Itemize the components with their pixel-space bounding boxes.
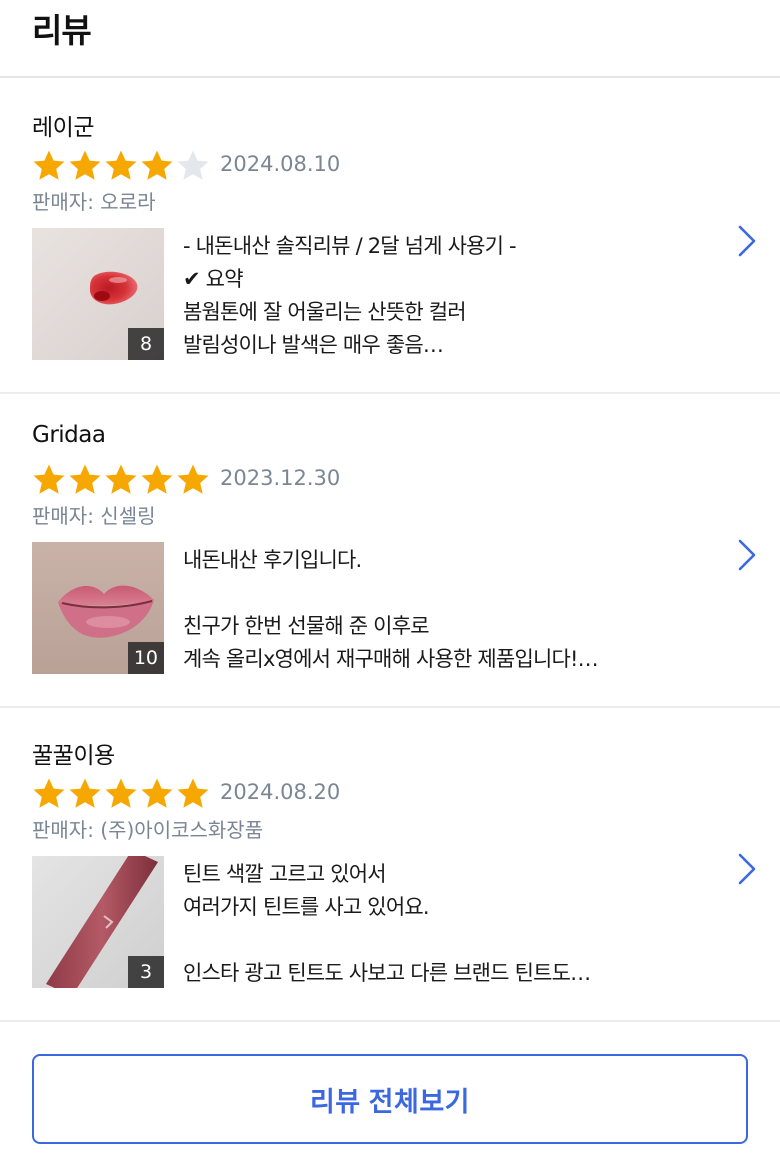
star-filled-icon bbox=[105, 150, 137, 180]
star-filled-icon bbox=[105, 778, 137, 808]
seller-label: 판매자: (주)아이코스화장품 bbox=[32, 818, 264, 842]
star-filled-icon bbox=[141, 778, 173, 808]
review-photo[interactable]: 8 bbox=[32, 228, 164, 360]
star-filled-icon bbox=[69, 778, 101, 808]
photo-count-badge: 8 bbox=[128, 328, 164, 360]
review-card[interactable]: Gridaa 2023.12.30 판매자: 신셀링 10 내돈내산 후기입니다… bbox=[0, 394, 780, 708]
review-card[interactable]: 레이군 2024.08.10 판매자: 오로라 8 - 내돈내산 솔직리뷰 / … bbox=[0, 80, 780, 394]
review-text: - 내돈내산 솔직리뷰 / 2달 넘게 사용기 - ✔ 요약 봄웜톤에 잘 어울… bbox=[183, 234, 517, 357]
star-filled-icon bbox=[33, 778, 65, 808]
star-rating bbox=[31, 462, 211, 498]
page-title: 리뷰 bbox=[32, 11, 92, 50]
chevron-right-icon[interactable] bbox=[736, 538, 758, 572]
star-empty-icon bbox=[177, 150, 209, 180]
review-photo[interactable]: 10 bbox=[32, 542, 164, 674]
star-filled-icon bbox=[105, 464, 137, 494]
review-photo[interactable]: 3 bbox=[32, 856, 164, 988]
star-filled-icon bbox=[33, 464, 65, 494]
chevron-right-icon[interactable] bbox=[736, 852, 758, 886]
reviewer-name: Gridaa bbox=[32, 422, 106, 448]
star-filled-icon bbox=[141, 464, 173, 494]
star-rating bbox=[31, 148, 211, 184]
review-card[interactable]: 꿀꿀이용 2024.08.20 판매자: (주)아이코스화장품 3 틴트 색깔 … bbox=[0, 708, 780, 1022]
review-date: 2024.08.20 bbox=[220, 780, 341, 804]
review-date: 2024.08.10 bbox=[220, 152, 341, 176]
seller-label: 판매자: 신셀링 bbox=[32, 504, 156, 528]
photo-count-badge: 3 bbox=[128, 956, 164, 988]
star-rating bbox=[31, 776, 211, 812]
seller-label: 판매자: 오로라 bbox=[32, 190, 156, 214]
reviewer-name: 레이군 bbox=[32, 115, 94, 141]
review-text: 틴트 색깔 고르고 있어서 여러가지 틴트를 사고 있어요. 인스타 광고 틴트… bbox=[183, 862, 591, 985]
reviewer-name: 꿀꿀이용 bbox=[32, 743, 115, 769]
star-filled-icon bbox=[69, 150, 101, 180]
star-filled-icon bbox=[177, 464, 209, 494]
view-all-reviews-label: 리뷰 전체보기 bbox=[309, 1086, 471, 1117]
photo-count-badge: 10 bbox=[127, 642, 164, 674]
star-filled-icon bbox=[69, 464, 101, 494]
review-text: 내돈내산 후기입니다. 친구가 한번 선물해 준 이후로 계속 올리x영에서 재… bbox=[183, 548, 599, 671]
view-all-reviews-button[interactable]: 리뷰 전체보기 bbox=[32, 1054, 748, 1144]
star-filled-icon bbox=[141, 150, 173, 180]
review-date: 2023.12.30 bbox=[220, 466, 341, 490]
star-filled-icon bbox=[33, 150, 65, 180]
chevron-right-icon[interactable] bbox=[736, 224, 758, 258]
star-filled-icon bbox=[177, 778, 209, 808]
page-header: 리뷰 bbox=[0, 0, 780, 78]
